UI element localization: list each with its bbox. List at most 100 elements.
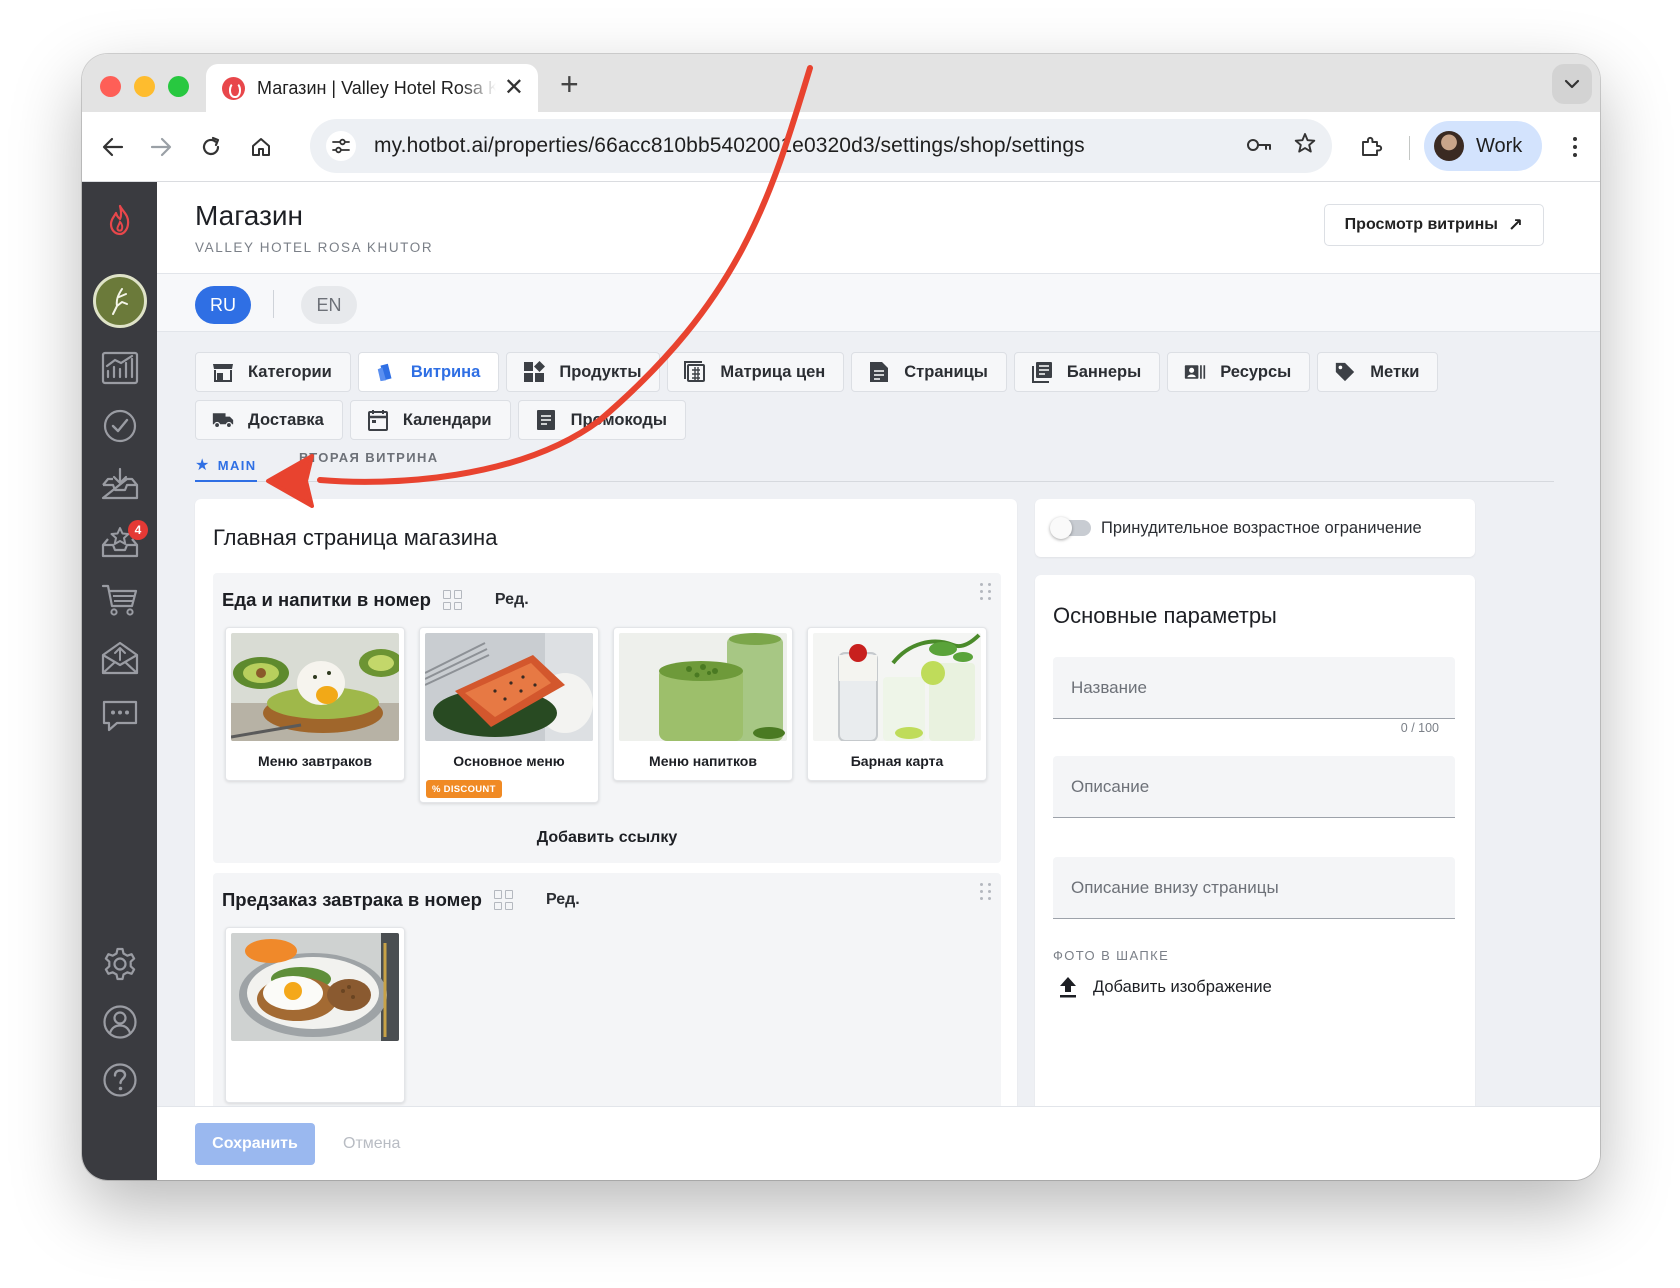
form-footer: Сохранить Отмена [157,1106,1600,1180]
tab-resources[interactable]: Ресурсы [1167,352,1311,392]
header-photo-label: ФОТО В ШАПКЕ [1053,948,1170,963]
rail-profile[interactable] [82,994,157,1050]
section-edit-link[interactable]: Ред. [546,891,580,909]
tab-storefront[interactable]: Витрина [357,352,500,392]
stacked-pages-icon [1031,361,1053,383]
profile-button[interactable]: Work [1424,121,1542,171]
section-edit-link[interactable]: Ред. [495,591,529,609]
tab-search-button[interactable] [1552,64,1592,104]
grid-layout-icon[interactable] [493,890,514,910]
rail-chats[interactable] [82,688,157,744]
browser-tab[interactable]: Магазин | Valley Hotel Rosa Khutor ✕ [206,64,538,112]
tab-pages[interactable]: Страницы [851,352,1007,392]
rail-help[interactable] [82,1052,157,1108]
property-logo-icon [111,288,128,315]
tab-close-icon[interactable]: ✕ [504,76,524,100]
grid-layout-icon[interactable] [442,590,463,610]
profile-avatar [1434,131,1464,161]
back-button[interactable] [94,128,132,166]
drag-handle-icon[interactable] [980,883,992,901]
reload-icon [202,136,220,156]
age-restriction-toggle[interactable] [1050,517,1091,539]
forward-button[interactable] [142,128,180,166]
address-bar[interactable]: my.hotbot.ai/properties/66acc810bb54020​… [310,119,1332,173]
drag-handle-icon[interactable] [980,583,992,601]
storefront-item-bar[interactable]: Барная карта [807,627,987,781]
password-key-icon[interactable] [1246,133,1272,159]
rail-logo[interactable] [82,192,157,248]
rail-inbox[interactable] [82,456,157,512]
subtab-main[interactable]: ★ MAIN [195,450,257,482]
section-header: Еда и напитки в номер Ред. [222,589,529,611]
tab-categories[interactable]: Категории [195,352,351,392]
tab-title: Магазин | Valley Hotel Rosa Khutor [257,77,496,98]
rail-mailing[interactable] [82,630,157,686]
site-settings-icon[interactable] [326,131,356,161]
window-zoom-button[interactable] [168,76,189,97]
section-title: Предзаказ завтрака в номер [222,889,482,910]
calculator-grid-icon [684,361,706,383]
rail-analytics[interactable] [82,340,157,396]
tab-price-matrix[interactable]: Матрица цен [667,352,845,392]
hotbot-flame-icon [109,204,129,236]
tab-calendars[interactable]: Календари [349,400,511,440]
footer-description-input[interactable]: Описание внизу страницы [1053,857,1455,919]
rail-tasks[interactable] [82,398,157,454]
extensions-button[interactable] [1352,128,1390,166]
item-label: Основное меню [453,753,565,769]
tab-products[interactable]: Продукты [506,352,661,392]
window-close-button[interactable] [100,76,121,97]
storefront-item-breakfast[interactable]: Меню завтраков [225,627,405,781]
params-title: Основные параметры [1053,603,1277,628]
section-header: Предзаказ завтрака в номер Ред. [222,889,580,911]
contact-card-icon [1184,361,1206,383]
name-char-counter: 0 / 100 [1400,721,1439,735]
breakfast-preorder-image [231,933,399,1041]
chevron-down-icon [1564,79,1580,89]
main-menu-image [425,633,593,741]
home-button[interactable] [242,128,280,166]
tab-promocodes[interactable]: Промокоды [517,400,686,440]
bookmark-star-icon[interactable] [1294,132,1316,160]
rail-property-avatar[interactable] [82,264,157,338]
subtab-second-storefront[interactable]: ВТОРАЯ ВИТРИНА [299,450,439,465]
new-tab-button[interactable]: + [560,68,579,100]
add-image-button[interactable]: Добавить изображение [1057,975,1272,999]
truck-icon [212,409,234,431]
browser-menu-icon[interactable] [1560,130,1590,164]
hotbot-favicon-icon [222,76,245,100]
external-link-icon: ↗ [1507,214,1523,235]
name-input[interactable]: Название [1053,657,1455,719]
storefront-title: Главная страница магазина [213,525,498,550]
subtab-main-label: MAIN [217,457,257,473]
add-link-button[interactable]: Добавить ссылку [213,829,1001,847]
view-storefront-button[interactable]: Просмотр витрины ↗ [1323,204,1544,246]
lang-en-button[interactable]: EN [301,286,357,324]
storefront-card: Главная страница магазина Еда и напитки … [195,499,1017,1180]
calendar-icon [367,409,389,431]
cancel-button[interactable]: Отмена [343,1135,400,1153]
add-image-label: Добавить изображение [1093,977,1272,996]
tab-banners[interactable]: Баннеры [1013,352,1161,392]
property-name: VALLEY HOTEL ROSA KHUTOR [195,240,434,255]
document-icon [868,361,890,383]
reload-button[interactable] [192,128,230,166]
storefront-item-breakfast-preorder[interactable] [225,927,405,1103]
description-input[interactable]: Описание [1053,756,1455,818]
gear-icon [104,947,135,981]
window-minimize-button[interactable] [134,76,155,97]
tab-delivery[interactable]: Доставка [195,400,343,440]
storefront-item-main-menu[interactable]: Основное меню % DISCOUNT [419,627,599,803]
sidebar-rail: 4 [82,182,157,1180]
tab-tags[interactable]: Метки [1317,352,1439,392]
rail-shop[interactable] [82,572,157,628]
storefront-item-drinks[interactable]: Меню напитков [613,627,793,781]
profile-name: Work [1476,134,1523,157]
rail-settings[interactable] [82,936,157,992]
url-text[interactable]: my.hotbot.ai/properties/66acc810bb54020​… [374,134,1224,158]
tag-icon [1334,361,1356,383]
lang-ru-button[interactable]: RU [195,286,251,324]
language-switcher: RU EN [157,274,1600,332]
rail-requests[interactable]: 4 [82,514,157,570]
save-button[interactable]: Сохранить [195,1123,315,1165]
